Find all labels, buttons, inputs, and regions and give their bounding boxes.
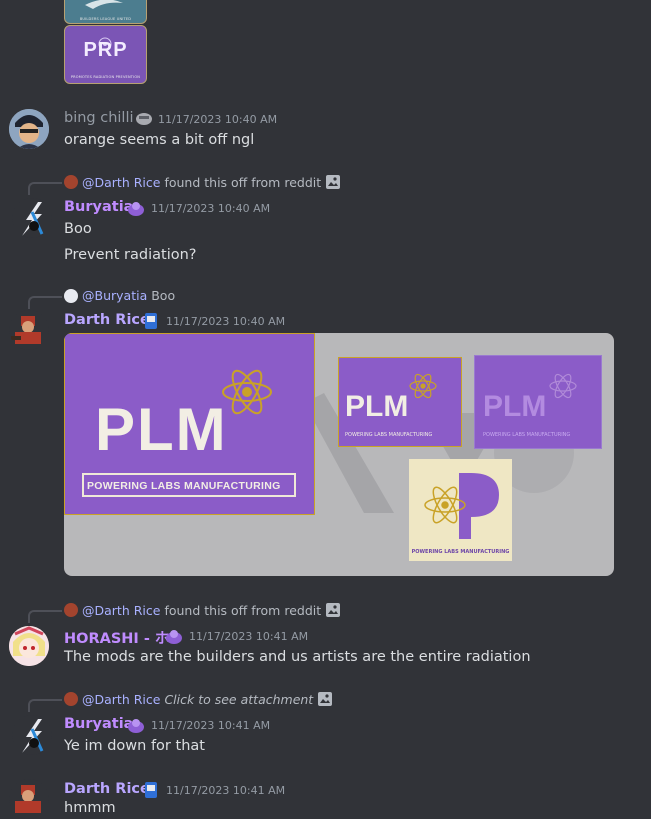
timestamp[interactable]: 11/17/2023 10:40 AM	[158, 113, 277, 126]
author-name[interactable]: Darth Rice	[64, 781, 150, 797]
role-badge-icon	[134, 108, 154, 128]
timestamp[interactable]: 11/17/2023 10:41 AM	[189, 630, 308, 643]
sticker-prp-logo: PRP	[83, 39, 128, 61]
reply-text: found this off from reddit	[164, 174, 322, 190]
reply-text: found this off from reddit	[164, 602, 322, 618]
reply-preview[interactable]: @Darth Rice found this off from reddit	[64, 602, 341, 618]
image-icon	[317, 691, 333, 707]
reply-avatar-icon	[64, 175, 78, 189]
reply-text[interactable]: Click to see attachment	[164, 692, 313, 707]
author-name[interactable]: bing chilli	[64, 110, 134, 126]
avatar-bing-chilli-icon	[9, 109, 49, 149]
reply-spine	[28, 296, 62, 309]
plm-logo-variant: PLM POWERING LABS MANUFACTURING	[338, 357, 462, 447]
avatar-buryatia-icon	[22, 202, 44, 236]
sticker-prp-caption: PROMOTES RADIATION PREVENTION	[70, 75, 141, 79]
role-badge-icon	[141, 780, 161, 800]
image-icon	[325, 602, 341, 618]
reply-spine	[28, 610, 62, 623]
avatar[interactable]	[9, 626, 49, 666]
role-badge-icon	[126, 715, 146, 735]
avatar-horashi-icon	[9, 626, 49, 666]
author-name[interactable]: Buryatia	[64, 716, 133, 732]
reply-mention[interactable]: @Darth Rice	[82, 603, 160, 618]
plm-logo-main: PLM POWERING LABS MANUFACTURING	[64, 333, 315, 515]
reply-avatar-icon	[64, 692, 78, 706]
plm-logo-text: PLM	[95, 396, 228, 463]
sticker-prp[interactable]: PRP PROMOTES RADIATION PREVENTION	[64, 25, 147, 84]
sticker-blu-caption: BUILDERS LEAGUE UNITED	[79, 17, 132, 21]
reply-spine	[28, 182, 62, 195]
reply-mention[interactable]: @Buryatia	[82, 288, 147, 303]
author-name[interactable]: Buryatia	[64, 199, 133, 215]
avatar[interactable]	[12, 198, 52, 238]
plm-variant-caption: POWERING LABS MANUFACTURING	[345, 432, 433, 438]
reply-avatar-icon	[64, 288, 78, 303]
reply-preview[interactable]: @Darth Rice found this off from reddit	[64, 174, 341, 190]
avatar-darth-rice-icon	[15, 785, 41, 813]
p-logo-caption: POWERING LABS MANUFACTURING	[411, 549, 510, 555]
plm-logo-caption: POWERING LABS MANUFACTURING	[87, 480, 281, 492]
reply-mention[interactable]: @Darth Rice	[82, 175, 160, 190]
message-text: Prevent radiation?	[64, 247, 197, 263]
author-name[interactable]: Darth Rice	[64, 312, 150, 328]
avatar-buryatia-icon	[22, 719, 44, 753]
plm-logo-variant: PLM POWERING LABS MANUFACTURING	[474, 355, 602, 449]
reply-text: Boo	[151, 288, 176, 303]
plm-variant-text: PLM	[345, 390, 409, 423]
message-text: orange seems a bit off ngl	[64, 132, 255, 148]
role-badge-icon	[164, 626, 184, 646]
reply-spine	[28, 699, 62, 712]
sticker-blu[interactable]: BUILDERS LEAGUE UNITED	[64, 0, 147, 24]
plm-variant-text: PLM	[483, 390, 547, 423]
plm-variant-caption: POWERING LABS MANUFACTURING	[483, 432, 571, 438]
p-logo: POWERING LABS MANUFACTURING	[409, 459, 512, 561]
avatar[interactable]	[12, 715, 52, 755]
role-badge-icon	[141, 311, 161, 331]
avatar[interactable]	[9, 779, 49, 819]
image-icon	[325, 174, 341, 190]
image-attachment[interactable]: PLM POWERING LABS MANUFACTURING PLM POWE…	[64, 333, 614, 576]
message-text: The mods are the builders and us artists…	[64, 649, 531, 665]
timestamp[interactable]: 11/17/2023 10:40 AM	[166, 315, 285, 328]
message-text: hmmm	[64, 800, 116, 816]
message-text: Boo	[64, 221, 92, 237]
timestamp[interactable]: 11/17/2023 10:40 AM	[151, 202, 270, 215]
reply-preview[interactable]: @Buryatia Boo	[64, 288, 175, 303]
reply-avatar-icon	[64, 603, 78, 617]
timestamp[interactable]: 11/17/2023 10:41 AM	[166, 784, 285, 797]
role-badge-icon	[126, 198, 146, 218]
author-name[interactable]: HORASHI - ホ	[64, 627, 169, 648]
avatar-darth-rice-icon	[11, 316, 41, 344]
p-atom-icon	[424, 473, 499, 539]
reply-mention[interactable]: @Darth Rice	[82, 692, 160, 707]
timestamp[interactable]: 11/17/2023 10:41 AM	[151, 719, 270, 732]
avatar[interactable]	[9, 109, 49, 149]
avatar[interactable]	[9, 310, 49, 350]
reply-preview[interactable]: @Darth Rice Click to see attachment	[64, 691, 333, 707]
message-text: Ye im down for that	[64, 738, 205, 754]
